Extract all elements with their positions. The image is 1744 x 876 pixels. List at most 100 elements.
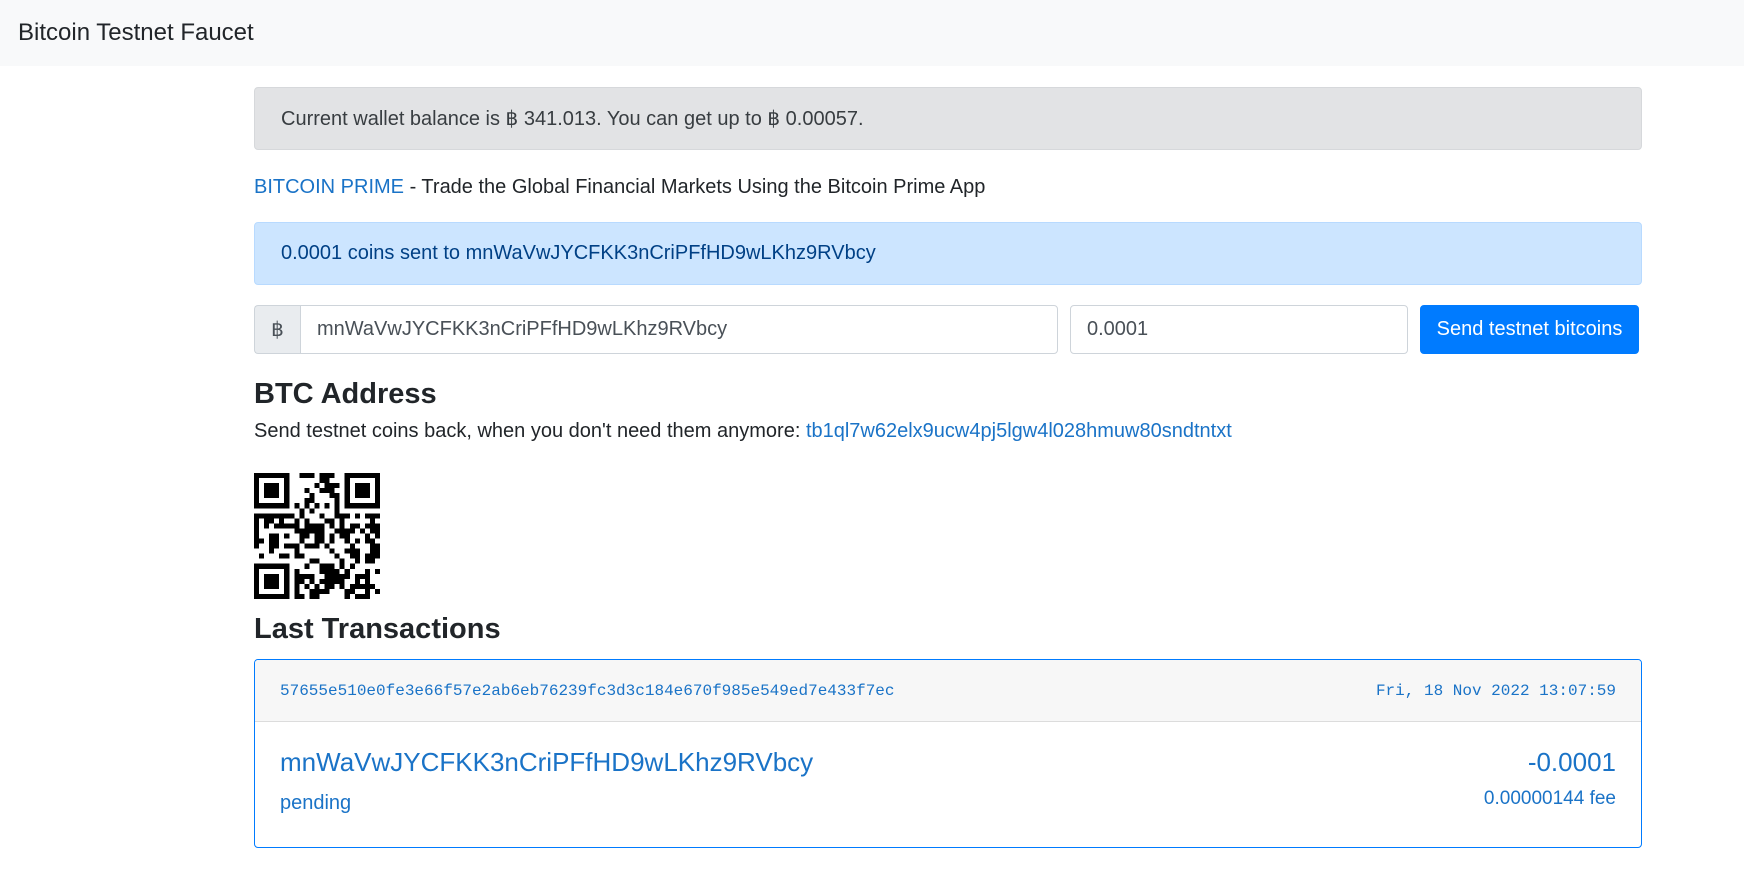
qr-module bbox=[289, 513, 295, 519]
qr-module bbox=[259, 553, 265, 559]
qr-module bbox=[354, 493, 360, 499]
qr-module bbox=[269, 548, 275, 554]
qr-module bbox=[354, 503, 360, 509]
qr-module bbox=[274, 578, 280, 584]
qr-module bbox=[274, 503, 280, 509]
qr-module bbox=[269, 513, 275, 519]
qr-module bbox=[374, 493, 380, 499]
send-testnet-bitcoins-button[interactable]: Send testnet bitcoins bbox=[1420, 305, 1639, 354]
qr-module bbox=[254, 523, 260, 529]
qr-module bbox=[354, 538, 360, 544]
qr-module bbox=[329, 483, 335, 489]
qr-module bbox=[284, 478, 290, 484]
success-alert: 0.0001 coins sent to mnWaVwJYCFKK3nCriPF… bbox=[254, 222, 1642, 285]
qr-module bbox=[304, 523, 310, 529]
qr-module bbox=[304, 573, 310, 579]
transaction-card-body: mnWaVwJYCFKK3nCriPFfHD9wLKhz9RVbcy pendi… bbox=[255, 722, 1641, 815]
qr-module bbox=[299, 508, 305, 514]
qr-module bbox=[299, 593, 305, 599]
qr-module bbox=[359, 493, 365, 499]
qr-module bbox=[354, 513, 360, 519]
transaction-amount: -0.0001 bbox=[1527, 747, 1616, 777]
return-address-link[interactable]: tb1ql7w62elx9ucw4pj5lgw4l028hmuw80sndtnt… bbox=[806, 420, 1232, 442]
qr-module bbox=[314, 543, 320, 549]
qr-module bbox=[269, 483, 275, 489]
qr-module bbox=[269, 593, 275, 599]
qr-module bbox=[344, 503, 350, 509]
qr-module bbox=[284, 563, 290, 569]
qr-module bbox=[344, 573, 350, 579]
qr-module bbox=[374, 528, 380, 534]
transaction-address-link[interactable]: mnWaVwJYCFKK3nCriPFfHD9wLKhz9RVbcy bbox=[280, 746, 813, 778]
qr-module bbox=[304, 543, 310, 549]
qr-module bbox=[369, 583, 375, 589]
qr-module bbox=[264, 488, 270, 494]
qr-module bbox=[269, 473, 275, 479]
qr-module bbox=[374, 568, 380, 574]
qr-module bbox=[279, 553, 285, 559]
qr-module bbox=[364, 593, 370, 599]
qr-module bbox=[294, 593, 300, 599]
qr-module bbox=[269, 583, 275, 589]
qr-module bbox=[279, 503, 285, 509]
sent-text: 0.0001 coins sent to mnWaVwJYCFKK3nCriPF… bbox=[281, 242, 876, 264]
qr-module bbox=[374, 523, 380, 529]
qr-module bbox=[329, 493, 335, 499]
qr-module bbox=[364, 503, 370, 509]
amount-input[interactable] bbox=[1070, 305, 1408, 354]
qr-module bbox=[319, 528, 325, 534]
qr-module bbox=[264, 523, 270, 529]
qr-module bbox=[259, 503, 265, 509]
qr-module bbox=[269, 533, 275, 539]
qr-module bbox=[319, 488, 325, 494]
qr-module bbox=[364, 488, 370, 494]
qr-module bbox=[374, 548, 380, 554]
qr-module bbox=[254, 498, 260, 504]
qr-module bbox=[349, 583, 355, 589]
qr-module bbox=[334, 578, 340, 584]
qr-module bbox=[364, 583, 370, 589]
qr-module bbox=[354, 558, 360, 564]
qr-module bbox=[254, 538, 260, 544]
qr-module bbox=[284, 503, 290, 509]
qr-module bbox=[294, 573, 300, 579]
qr-module bbox=[309, 578, 315, 584]
qr-module bbox=[254, 573, 260, 579]
promo-link[interactable]: BITCOIN PRIME bbox=[254, 176, 404, 198]
qr-module bbox=[364, 533, 370, 539]
qr-module bbox=[294, 523, 300, 529]
qr-module bbox=[369, 553, 375, 559]
qr-module bbox=[284, 543, 290, 549]
qr-module bbox=[319, 473, 325, 479]
qr-module bbox=[319, 588, 325, 594]
qr-module bbox=[274, 533, 280, 539]
address-input[interactable] bbox=[300, 305, 1058, 354]
qr-module bbox=[274, 593, 280, 599]
qr-module bbox=[274, 573, 280, 579]
qr-module bbox=[254, 588, 260, 594]
qr-module bbox=[279, 593, 285, 599]
qr-module bbox=[364, 473, 370, 479]
qr-module bbox=[309, 588, 315, 594]
qr-module bbox=[309, 473, 315, 479]
qr-module bbox=[304, 563, 310, 569]
qr-module bbox=[314, 558, 320, 564]
qr-module bbox=[329, 578, 335, 584]
qr-module bbox=[349, 503, 355, 509]
transaction-fee: 0.00000144 fee bbox=[1483, 788, 1616, 809]
qr-module bbox=[329, 548, 335, 554]
qr-module bbox=[319, 533, 325, 539]
navbar-brand[interactable]: Bitcoin Testnet Faucet bbox=[18, 19, 254, 47]
promo-text: - Trade the Global Financial Markets Usi… bbox=[404, 176, 986, 198]
qr-module bbox=[299, 513, 305, 519]
qr-module bbox=[269, 538, 275, 544]
qr-module bbox=[364, 573, 370, 579]
qr-module bbox=[284, 593, 290, 599]
qr-module bbox=[369, 473, 375, 479]
qr-module bbox=[254, 503, 260, 509]
qr-module bbox=[254, 488, 260, 494]
qr-module bbox=[269, 493, 275, 499]
qr-module bbox=[344, 513, 350, 519]
qr-module bbox=[374, 483, 380, 489]
qr-module bbox=[359, 528, 365, 534]
